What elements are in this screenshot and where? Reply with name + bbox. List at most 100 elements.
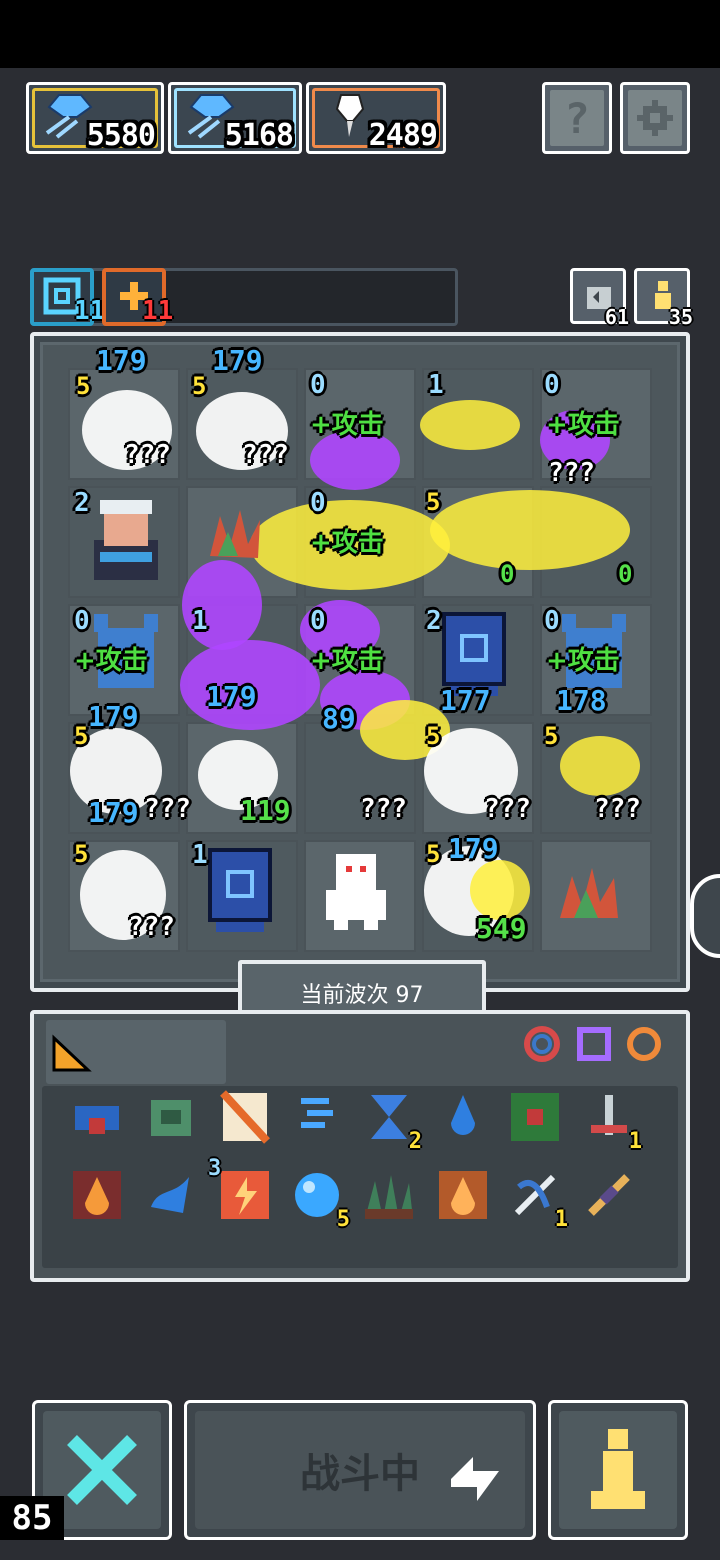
star-level: 5 <box>426 722 441 750</box>
battle-status-label: 战斗中 <box>300 1451 420 1497</box>
settings-button[interactable] <box>620 82 690 154</box>
unknown-label: ??? <box>128 912 175 942</box>
status-bar <box>0 0 720 68</box>
unknown-label: ??? <box>548 458 595 488</box>
water-drop-item[interactable] <box>432 1086 494 1148</box>
item-count: 3 <box>208 1156 222 1181</box>
resource-value: 5168 <box>224 118 294 153</box>
anchor-item[interactable]: 1 <box>578 1086 642 1154</box>
fps-counter: 85 <box>0 1496 64 1540</box>
ring-orange-icon[interactable] <box>624 1024 664 1064</box>
ring-purple-icon[interactable] <box>574 1024 614 1064</box>
damage-number: 549 <box>476 912 527 945</box>
ghost-icon <box>151 1177 189 1213</box>
ghost-unit[interactable] <box>316 850 396 932</box>
damage-number: 0 <box>618 560 633 588</box>
pawn-timer[interactable]: 35 <box>634 268 693 329</box>
star-level: 5 <box>76 372 91 400</box>
inventory-tab[interactable] <box>46 1020 226 1084</box>
attack-buff-label: +攻击 <box>546 646 620 676</box>
crab-item[interactable] <box>66 1086 128 1148</box>
bow-item[interactable]: 1 <box>504 1164 568 1232</box>
turtle-icon <box>151 1100 191 1136</box>
flame-box-item[interactable] <box>432 1164 494 1226</box>
unknown-label: ??? <box>360 794 407 824</box>
turtle-item[interactable] <box>140 1086 202 1148</box>
blue-clock-unit[interactable] <box>202 842 278 938</box>
lightning-rune-item[interactable]: 3 <box>208 1156 276 1226</box>
star-level: 5 <box>192 372 207 400</box>
attack-buff-label: +攻击 <box>310 528 384 558</box>
attack-buff-label: +攻击 <box>546 410 620 440</box>
chat-bubble-button[interactable] <box>690 874 720 958</box>
hourglass-item[interactable]: 2 <box>358 1086 422 1154</box>
rose-item[interactable] <box>504 1086 566 1148</box>
pawn-icon <box>591 1429 645 1509</box>
blue-ghost-item[interactable] <box>140 1164 202 1226</box>
damage-number: 89 <box>322 702 356 735</box>
damage-number: 179 <box>88 796 139 829</box>
unit-level: 0 <box>310 370 326 400</box>
damage-number: 119 <box>240 794 291 827</box>
ring-red-icon[interactable] <box>522 1024 562 1064</box>
damage-number: 177 <box>440 684 491 717</box>
wind-icon <box>301 1098 333 1128</box>
feather-icon <box>588 1174 630 1216</box>
bubble-item[interactable]: 5 <box>286 1164 350 1232</box>
crossed-swords-icon <box>67 1435 137 1505</box>
damage-number: 179 <box>212 344 263 377</box>
unit-level: 0 <box>74 606 90 636</box>
battle-status-button[interactable]: 战斗中 <box>184 1400 536 1540</box>
gear-icon <box>637 100 673 136</box>
board-cell[interactable] <box>540 486 652 598</box>
damage-number: 179 <box>448 832 499 865</box>
buff-spiral[interactable]: 11 <box>30 268 105 326</box>
unit-level: 0 <box>310 606 326 636</box>
water-drop-icon <box>451 1095 475 1135</box>
wind-item[interactable] <box>286 1086 348 1148</box>
damage-number: 178 <box>556 684 607 717</box>
help-button[interactable]: ? <box>542 82 612 154</box>
pawn-button[interactable] <box>548 1400 688 1540</box>
question-icon: ? <box>550 90 604 146</box>
fire-icon <box>73 1171 121 1219</box>
old-wizard-unit[interactable] <box>86 496 166 584</box>
speed-arrow-icon <box>451 1457 499 1501</box>
unit-level: 1 <box>192 606 208 636</box>
feather-item[interactable] <box>578 1164 640 1226</box>
flame-icon <box>439 1171 487 1219</box>
attack-buff-label: +攻击 <box>310 410 384 440</box>
unit-level: 2 <box>74 488 90 518</box>
hourglass-timer[interactable]: 61 <box>570 268 629 329</box>
unit-level: 0 <box>310 488 326 518</box>
resource-crystal-gold: 5580 <box>26 82 164 154</box>
unit-level: 0 <box>544 606 560 636</box>
buff-count: 11 <box>142 296 174 326</box>
unknown-label: ??? <box>594 794 641 824</box>
fire-box-item[interactable] <box>66 1164 128 1226</box>
rose-icon <box>511 1093 559 1141</box>
spikes-item[interactable] <box>358 1164 420 1226</box>
item-count: 2 <box>408 1129 422 1154</box>
resource-crystal-blue: 5168 <box>168 82 302 154</box>
map-item[interactable] <box>214 1086 276 1148</box>
unit-level: 1 <box>428 370 444 400</box>
plant-monster-unit[interactable] <box>554 862 626 922</box>
resource-value: 5580 <box>86 118 156 153</box>
attack-buff-label: +攻击 <box>310 646 384 676</box>
timer-value: 35 <box>668 305 693 329</box>
unit-level: 1 <box>192 840 208 870</box>
star-level: 5 <box>74 722 89 750</box>
timer-value: 61 <box>604 305 629 329</box>
attack-buff-label: +攻击 <box>74 646 148 676</box>
damage-number: 179 <box>96 344 147 377</box>
plant-monster-unit[interactable] <box>200 506 270 566</box>
item-count: 1 <box>554 1207 568 1232</box>
unit-level: 2 <box>426 606 442 636</box>
star-level: 5 <box>426 488 441 516</box>
unknown-label: ??? <box>124 440 171 470</box>
unknown-label: ??? <box>484 794 531 824</box>
buff-fire[interactable]: 11 <box>102 268 173 326</box>
star-level: 5 <box>74 840 89 868</box>
damage-number: 179 <box>88 700 139 733</box>
